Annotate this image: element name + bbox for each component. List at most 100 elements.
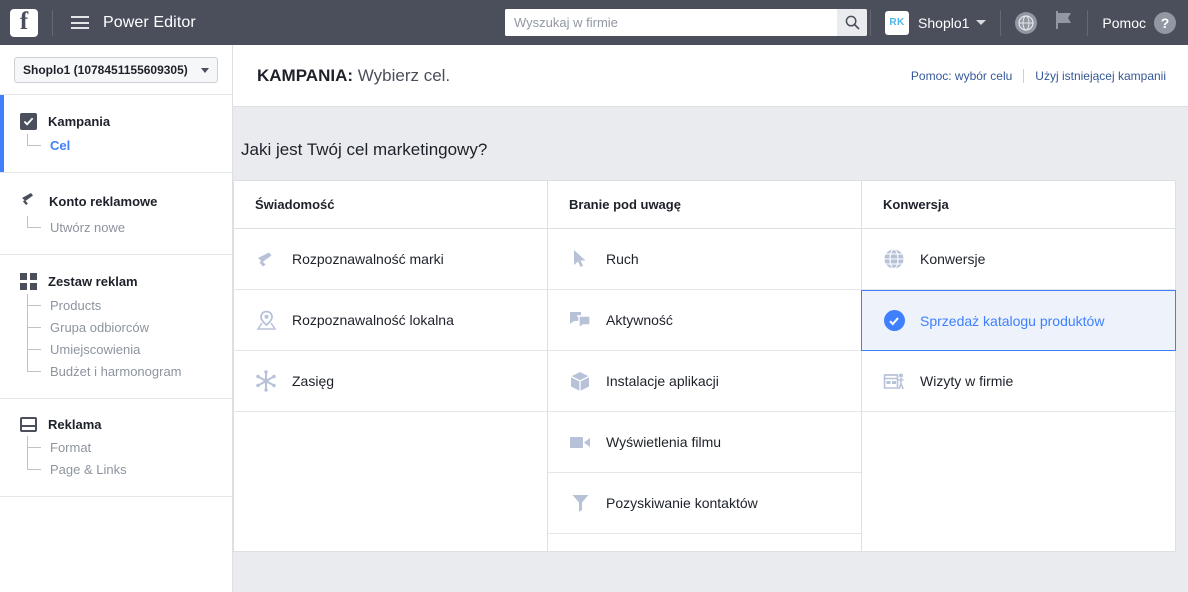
- objective-label: Zasięg: [292, 373, 335, 389]
- topbar-divider-right: [1087, 9, 1089, 36]
- account-selector[interactable]: Shoplo1 (1078451155609305): [14, 57, 218, 83]
- objectives-table: Świadomość Rozpoznawalność marki Rozpozn…: [233, 180, 1176, 552]
- help-objective-link[interactable]: Pomoc: wybór celu: [911, 69, 1012, 83]
- page-title-prefix: KAMPANIA:: [257, 65, 354, 85]
- objective-row-brand-awareness[interactable]: Rozpoznawalność marki: [234, 229, 547, 290]
- chevron-down-icon: [201, 67, 209, 73]
- main-content: KAMPANIA: Wybierz cel. Pomoc: wybór celu…: [233, 45, 1188, 592]
- page-title-text: Wybierz cel.: [353, 65, 451, 85]
- sidebar-item-zestaw-reklam[interactable]: Zestaw reklam: [0, 273, 232, 290]
- sidebar-item-format[interactable]: Format: [27, 436, 232, 458]
- objective-column-consideration: Branie pod uwagę Ruch Aktywność Instalac…: [548, 181, 862, 551]
- sidebar-children-zestaw: Products Grupa odbiorców Umiejscowienia …: [0, 294, 232, 382]
- app-title: Power Editor: [103, 13, 196, 31]
- window-icon: [20, 417, 37, 432]
- objective-row-product-catalog-sales[interactable]: Sprzedaż katalogu produktów: [861, 290, 1176, 351]
- objective-label: Konwersje: [920, 251, 986, 267]
- sidebar-item-products[interactable]: Products: [27, 294, 232, 316]
- top-navigation-bar: f Power Editor RK Shoplo1: [0, 0, 1188, 45]
- question-circle-icon[interactable]: ?: [1154, 11, 1176, 34]
- account-selector-label: Shoplo1 (1078451155609305): [23, 63, 188, 77]
- objective-row-reach[interactable]: Zasięg: [234, 351, 547, 412]
- megaphone-icon: [20, 191, 38, 212]
- column-header: Konwersja: [862, 181, 1175, 229]
- sidebar-section-label: Reklama: [48, 417, 102, 432]
- search-box[interactable]: [505, 9, 867, 36]
- sidebar-section-reklama: Reklama Format Page & Links: [0, 399, 232, 497]
- speech-bubbles-icon: [569, 309, 591, 331]
- help-label[interactable]: Pomoc: [1102, 15, 1146, 31]
- sidebar-item-cel[interactable]: Cel: [27, 134, 232, 156]
- topbar-right-group: RK Shoplo1 Pomoc ?: [856, 0, 1188, 45]
- question-wrap: Jaki jest Twój cel marketingowy?: [233, 107, 1188, 180]
- objective-row-conversions[interactable]: Konwersje: [862, 229, 1175, 290]
- box-icon: [569, 370, 591, 392]
- sidebar-item-page-and-links[interactable]: Page & Links: [27, 458, 232, 480]
- objective-label: Wyświetlenia filmu: [606, 434, 722, 450]
- sidebar-item-kampania[interactable]: Kampania: [0, 113, 232, 130]
- sidebar-section-kampania: Kampania Cel: [0, 95, 232, 173]
- use-existing-campaign-link[interactable]: Użyj istniejącej kampanii: [1035, 69, 1166, 83]
- sidebar-item-budzet-i-harmonogram[interactable]: Budżet i harmonogram: [27, 360, 232, 382]
- page-title: KAMPANIA: Wybierz cel.: [257, 66, 450, 86]
- chevron-down-icon[interactable]: [976, 20, 987, 25]
- objective-row-video-views[interactable]: Wyświetlenia filmu: [548, 412, 861, 473]
- search-input[interactable]: [505, 9, 837, 36]
- sidebar-section-konto-reklamowe: Konto reklamowe Utwórz nowe: [0, 173, 232, 255]
- sidebar-item-reklama[interactable]: Reklama: [0, 417, 232, 432]
- checkbox-checked-icon: [20, 113, 37, 130]
- account-selector-wrap: Shoplo1 (1078451155609305): [0, 45, 232, 95]
- objective-row-engagement[interactable]: Aktywność: [548, 290, 861, 351]
- objective-label: Wizyty w firmie: [920, 373, 1014, 389]
- cursor-arrow-icon: [569, 248, 591, 270]
- objective-label: Rozpoznawalność lokalna: [292, 312, 454, 328]
- objective-row-lead-generation[interactable]: Pozyskiwanie kontaktów: [548, 473, 861, 534]
- header-link-divider: [1023, 68, 1025, 83]
- sidebar-item-umiejscowienia[interactable]: Umiejscowienia: [27, 338, 232, 360]
- hamburger-menu-icon[interactable]: [71, 16, 89, 29]
- account-name[interactable]: Shoplo1: [918, 15, 969, 31]
- reach-asterisk-icon: [255, 370, 277, 392]
- flag-icon[interactable]: [1053, 9, 1073, 36]
- globe-icon[interactable]: [1015, 11, 1038, 34]
- column-header: Branie pod uwagę: [548, 181, 861, 229]
- objective-label: Ruch: [606, 251, 639, 267]
- sidebar-section-label: Konto reklamowe: [49, 194, 158, 209]
- sidebar-section-label: Zestaw reklam: [48, 274, 138, 289]
- objective-row-local-awareness[interactable]: Rozpoznawalność lokalna: [234, 290, 547, 351]
- funnel-icon: [569, 492, 591, 514]
- check-circle-icon: [883, 310, 905, 332]
- grid-icon: [20, 273, 37, 290]
- facebook-logo-icon[interactable]: f: [10, 8, 38, 37]
- objective-column-conversion: Konwersja Konwersje Sprzedaż katalogu pr…: [861, 181, 1176, 551]
- avatar[interactable]: RK: [885, 10, 910, 35]
- megaphone-icon: [255, 248, 277, 270]
- objective-row-app-installs[interactable]: Instalacje aplikacji: [548, 351, 861, 412]
- sidebar-children-kampania: Cel: [0, 134, 232, 156]
- objective-label: Sprzedaż katalogu produktów: [920, 312, 1105, 329]
- objective-label: Instalacje aplikacji: [606, 373, 719, 389]
- objective-column-awareness: Świadomość Rozpoznawalność marki Rozpozn…: [234, 181, 548, 551]
- sidebar-section-zestaw-reklam: Zestaw reklam Products Grupa odbiorców U…: [0, 255, 232, 399]
- sidebar-children-konto: Utwórz nowe: [0, 216, 232, 238]
- topbar-divider: [52, 9, 53, 36]
- sidebar-item-konto-reklamowe[interactable]: Konto reklamowe: [0, 191, 232, 212]
- sidebar-section-label: Kampania: [48, 114, 111, 129]
- objective-label: Aktywność: [606, 312, 673, 328]
- sidebar-item-utworz-nowe[interactable]: Utwórz nowe: [27, 216, 232, 238]
- globe-icon: [883, 248, 905, 270]
- topbar-divider-mid: [1000, 9, 1002, 36]
- objective-row-store-visits[interactable]: Wizyty w firmie: [862, 351, 1175, 412]
- objective-label: Pozyskiwanie kontaktów: [606, 495, 758, 511]
- topbar-divider-left: [870, 9, 872, 36]
- objective-label: Rozpoznawalność marki: [292, 251, 444, 267]
- column-header: Świadomość: [234, 181, 547, 229]
- storefront-icon: [883, 370, 905, 392]
- header-links: Pomoc: wybór celu Użyj istniejącej kampa…: [911, 68, 1166, 83]
- video-camera-icon: [569, 431, 591, 453]
- objective-row-traffic[interactable]: Ruch: [548, 229, 861, 290]
- sidebar-item-grupa-odbiorcow[interactable]: Grupa odbiorców: [27, 316, 232, 338]
- content-header: KAMPANIA: Wybierz cel. Pomoc: wybór celu…: [233, 45, 1188, 107]
- map-pin-icon: [255, 309, 277, 331]
- sidebar: Shoplo1 (1078451155609305) Kampania Cel: [0, 45, 233, 592]
